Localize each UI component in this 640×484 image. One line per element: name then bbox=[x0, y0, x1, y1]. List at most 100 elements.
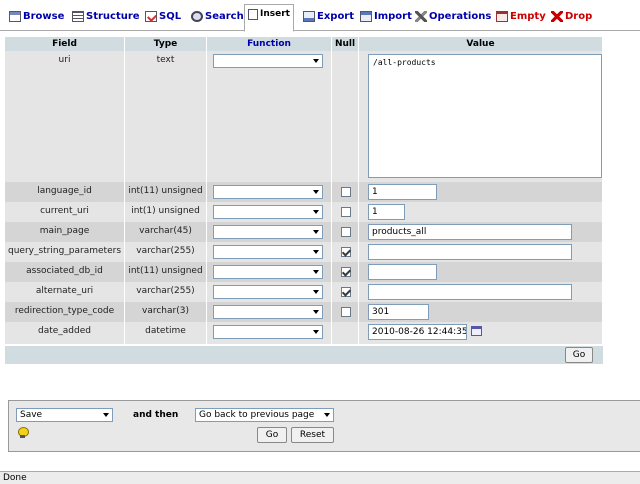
chevron-down-icon bbox=[313, 270, 319, 274]
field-type: varchar(255) bbox=[125, 282, 207, 302]
go-button[interactable]: Go bbox=[257, 427, 287, 443]
value-input[interactable] bbox=[368, 264, 437, 280]
function-select[interactable] bbox=[213, 185, 323, 199]
field-type: datetime bbox=[125, 322, 207, 344]
value-cell: /all-products bbox=[359, 51, 603, 182]
null-checkbox[interactable] bbox=[341, 227, 351, 237]
header-type: Type bbox=[125, 37, 207, 51]
null-checkbox[interactable] bbox=[341, 287, 351, 297]
value-input[interactable]: 1 bbox=[368, 184, 437, 200]
tab-bar: Browse Structure SQL Search Insert Expor… bbox=[0, 0, 640, 32]
field-name: alternate_uri bbox=[5, 282, 125, 302]
tab-insert[interactable]: Insert bbox=[244, 4, 294, 32]
field-type: int(11) unsigned bbox=[125, 182, 207, 202]
function-cell bbox=[207, 302, 332, 322]
table-row-main-page: main_page varchar(45) products_all bbox=[5, 222, 603, 242]
header-null: Null bbox=[332, 37, 359, 51]
header-function[interactable]: Function bbox=[207, 37, 332, 51]
function-select[interactable] bbox=[213, 305, 323, 319]
go-button[interactable]: Go bbox=[565, 347, 593, 363]
field-type: int(11) unsigned bbox=[125, 262, 207, 282]
reset-button[interactable]: Reset bbox=[291, 427, 334, 443]
tab-search-label: Search bbox=[205, 10, 244, 22]
function-select[interactable] bbox=[213, 325, 323, 339]
table-row-query-string-parameters: query_string_parameters varchar(255) bbox=[5, 242, 603, 262]
value-input[interactable]: 301 bbox=[368, 304, 429, 320]
value-input[interactable]: products_all bbox=[368, 224, 572, 240]
value-cell: 2010-08-26 12:44:35 bbox=[359, 322, 603, 344]
null-checkbox[interactable] bbox=[341, 187, 351, 197]
null-cell bbox=[332, 222, 359, 242]
and-then-label: and then bbox=[133, 410, 179, 420]
table-row-redirection-type-code: redirection_type_code varchar(3) 301 bbox=[5, 302, 603, 322]
chevron-down-icon bbox=[313, 210, 319, 214]
operations-icon bbox=[415, 10, 427, 22]
tab-sql[interactable]: SQL bbox=[142, 6, 184, 26]
table-row-current-uri: current_uri int(1) unsigned 1 bbox=[5, 202, 603, 222]
search-icon bbox=[191, 10, 203, 22]
after-insert-select[interactable]: Go back to previous page bbox=[195, 408, 334, 422]
value-cell: products_all bbox=[359, 222, 603, 242]
value-cell: 1 bbox=[359, 202, 603, 222]
null-cell bbox=[332, 302, 359, 322]
null-checkbox[interactable] bbox=[341, 247, 351, 257]
value-cell bbox=[359, 242, 603, 262]
function-select[interactable] bbox=[213, 205, 323, 219]
structure-icon bbox=[72, 10, 84, 22]
browse-icon bbox=[9, 10, 21, 22]
null-checkbox[interactable] bbox=[341, 207, 351, 217]
function-select[interactable] bbox=[213, 245, 323, 259]
null-cell bbox=[332, 242, 359, 262]
chevron-down-icon bbox=[103, 413, 109, 417]
function-cell bbox=[207, 282, 332, 302]
chevron-down-icon bbox=[324, 413, 330, 417]
function-cell bbox=[207, 322, 332, 344]
tab-empty-label: Empty bbox=[510, 10, 546, 22]
empty-icon bbox=[496, 10, 508, 22]
tab-insert-label: Insert bbox=[260, 9, 290, 19]
tab-structure[interactable]: Structure bbox=[69, 6, 143, 26]
value-input[interactable]: 1 bbox=[368, 204, 405, 220]
value-cell: 301 bbox=[359, 302, 603, 322]
header-value: Value bbox=[359, 37, 603, 51]
action-select[interactable]: Save bbox=[16, 408, 113, 422]
after-insert-select-value: Go back to previous page bbox=[199, 410, 315, 420]
tab-export[interactable]: Export bbox=[300, 6, 357, 26]
null-cell bbox=[332, 182, 359, 202]
tab-operations[interactable]: Operations bbox=[412, 6, 494, 26]
action-panel: Save and then Go back to previous page G… bbox=[8, 400, 640, 452]
function-select[interactable] bbox=[213, 225, 323, 239]
tab-import-label: Import bbox=[374, 10, 412, 22]
tab-browse[interactable]: Browse bbox=[6, 6, 67, 26]
tab-empty[interactable]: Empty bbox=[493, 6, 549, 26]
function-select[interactable] bbox=[213, 54, 323, 68]
value-cell bbox=[359, 282, 603, 302]
field-name: associated_db_id bbox=[5, 262, 125, 282]
value-input[interactable]: 2010-08-26 12:44:35 bbox=[368, 324, 467, 340]
tab-import[interactable]: Import bbox=[357, 6, 415, 26]
value-input[interactable] bbox=[368, 244, 572, 260]
null-cell bbox=[332, 262, 359, 282]
null-checkbox[interactable] bbox=[341, 267, 351, 277]
tab-drop[interactable]: Drop bbox=[548, 6, 595, 26]
tab-structure-label: Structure bbox=[86, 10, 140, 22]
function-select[interactable] bbox=[213, 265, 323, 279]
function-cell bbox=[207, 262, 332, 282]
null-cell bbox=[332, 322, 359, 344]
function-cell bbox=[207, 222, 332, 242]
tab-operations-label: Operations bbox=[429, 10, 492, 22]
tab-drop-label: Drop bbox=[565, 10, 593, 22]
calendar-icon[interactable] bbox=[471, 326, 482, 336]
lightbulb-icon bbox=[18, 427, 29, 438]
field-name: redirection_type_code bbox=[5, 302, 125, 322]
chevron-down-icon bbox=[313, 290, 319, 294]
function-select[interactable] bbox=[213, 285, 323, 299]
tab-search[interactable]: Search bbox=[188, 6, 247, 26]
chevron-down-icon bbox=[313, 310, 319, 314]
tab-sql-label: SQL bbox=[159, 10, 182, 22]
chevron-down-icon bbox=[313, 230, 319, 234]
null-checkbox[interactable] bbox=[341, 307, 351, 317]
value-textarea[interactable]: /all-products bbox=[368, 54, 602, 178]
field-name: main_page bbox=[5, 222, 125, 242]
value-input[interactable] bbox=[368, 284, 572, 300]
